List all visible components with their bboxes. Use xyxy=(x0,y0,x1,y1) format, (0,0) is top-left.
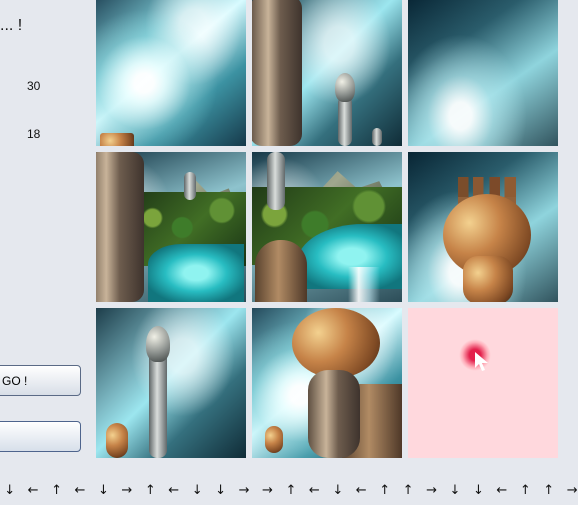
puzzle-tile-7[interactable] xyxy=(96,308,246,458)
move-arrow: ↓ xyxy=(191,483,203,498)
move-arrow: ← xyxy=(496,483,508,498)
white-spire-icon xyxy=(338,96,352,146)
stone-tower-icon xyxy=(96,152,144,302)
move-arrow: → xyxy=(262,483,273,498)
move-arrow: ← xyxy=(74,483,86,498)
move-arrow: ↑ xyxy=(402,483,414,498)
move-arrow: ↑ xyxy=(285,483,297,498)
distant-tower-icon xyxy=(184,172,196,200)
puzzle-tile-4[interactable] xyxy=(96,152,246,302)
move-arrow: ↓ xyxy=(332,483,344,498)
move-sequence: ↓ ← ↑ ← ↓ → ↑ ← ↓ ↓ → → ↑ ← ↓ ← ↑ ↑ → ↓ … xyxy=(0,481,578,501)
empty-puzzle-space[interactable] xyxy=(408,308,558,458)
puzzle-tile-2[interactable] xyxy=(252,0,402,146)
puzzle-tile-3[interactable] xyxy=(408,0,558,146)
move-arrow: ↑ xyxy=(379,483,391,498)
copper-tower-base-icon xyxy=(463,256,513,302)
move-arrow: ↓ xyxy=(97,483,109,498)
lake-icon xyxy=(148,244,244,302)
move-arrow: ← xyxy=(308,483,320,498)
puzzle-tile-8[interactable] xyxy=(252,308,402,458)
move-arrow: → xyxy=(426,483,437,498)
move-arrow: ↑ xyxy=(543,483,555,498)
small-spire-icon xyxy=(372,128,382,146)
move-arrow: ↓ xyxy=(4,483,16,498)
move-arrow: ← xyxy=(27,483,39,498)
spire-head-icon xyxy=(146,326,170,362)
stone-tower-icon xyxy=(308,370,360,458)
tower-fragment xyxy=(100,133,134,146)
second-button[interactable] xyxy=(0,421,81,452)
move-arrow: ← xyxy=(355,483,367,498)
puzzle-tile-5[interactable] xyxy=(252,152,402,302)
copper-dome-icon xyxy=(292,308,380,378)
waterfall-icon xyxy=(348,267,380,302)
small-dome-icon xyxy=(265,426,283,453)
move-arrow: → xyxy=(238,483,250,498)
move-arrow: → xyxy=(566,483,578,498)
copper-dome-icon xyxy=(106,423,128,458)
sliding-puzzle-board xyxy=(96,0,558,459)
stone-tower-icon xyxy=(252,0,302,146)
move-arrow: ↓ xyxy=(472,483,484,498)
controls-panel: ... ! 30 18 GO ! xyxy=(0,0,92,470)
stat-value-first: 30 xyxy=(27,79,41,93)
move-arrow: ↑ xyxy=(519,483,531,498)
puzzle-tile-1[interactable] xyxy=(96,0,246,146)
move-arrow: ↓ xyxy=(215,483,227,498)
move-arrow: ↑ xyxy=(144,483,156,498)
stone-spire-icon xyxy=(267,152,285,210)
move-arrow: → xyxy=(121,483,133,498)
cliff-icon xyxy=(255,240,307,302)
go-button[interactable]: GO ! xyxy=(0,365,81,396)
move-arrow: ↑ xyxy=(51,483,62,498)
title-text: ... ! xyxy=(0,17,23,34)
stat-value-second: 18 xyxy=(27,127,41,141)
move-arrow: ↓ xyxy=(449,483,461,498)
move-arrow: ← xyxy=(168,483,180,498)
spire-head-icon xyxy=(335,73,355,102)
puzzle-tile-6[interactable] xyxy=(408,152,558,302)
